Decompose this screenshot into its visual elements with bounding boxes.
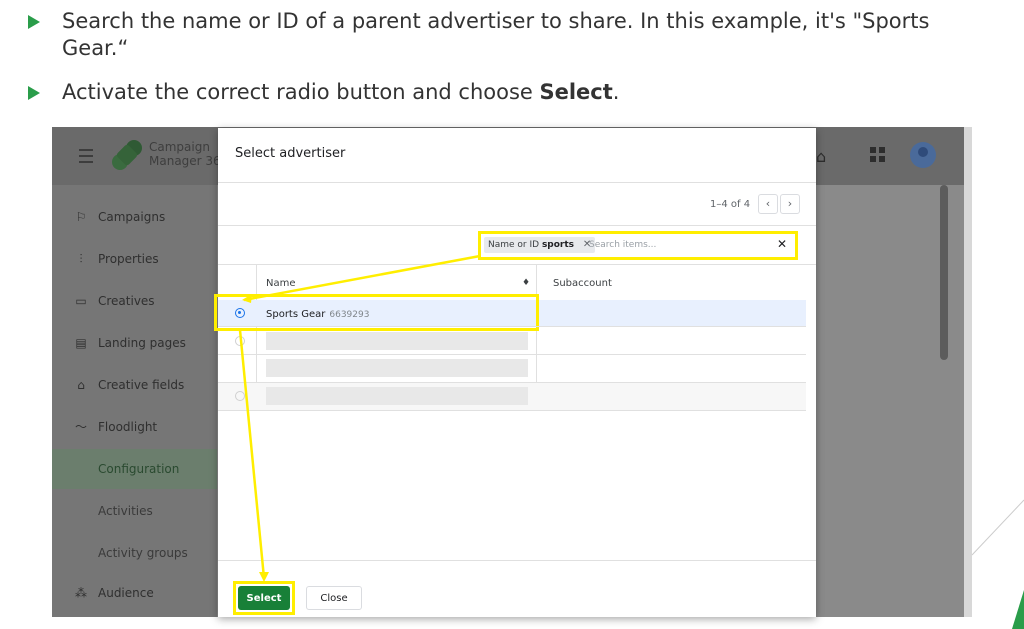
app-name: Campaign Manager 360 bbox=[149, 140, 229, 168]
sidebar-item-label: Campaigns bbox=[98, 210, 166, 224]
floodlight-icon: 〜 bbox=[74, 420, 87, 434]
select-highlight-box bbox=[233, 581, 295, 615]
pagination-count: 1–4 of 4 bbox=[710, 199, 751, 210]
divider bbox=[218, 560, 816, 561]
campaign-manager-logo-icon bbox=[112, 140, 142, 170]
sidebar-item-label: Activity groups bbox=[98, 546, 188, 560]
list-item bbox=[266, 359, 528, 377]
app-name-line: Manager 360 bbox=[149, 154, 229, 168]
sort-icon[interactable]: ♦ bbox=[522, 278, 530, 288]
list-item bbox=[266, 332, 528, 350]
bullet-text: Activate the correct radio button and ch… bbox=[62, 79, 992, 106]
creative-fields-icon: ⌂ bbox=[77, 378, 85, 392]
apps-grid-icon[interactable] bbox=[870, 147, 886, 163]
sidebar-item-label: Creatives bbox=[98, 294, 155, 308]
divider bbox=[218, 182, 816, 183]
row-radio-button[interactable] bbox=[235, 336, 245, 346]
bullet-text: Search the name or ID of a parent advert… bbox=[62, 9, 930, 60]
row-radio-button[interactable] bbox=[235, 391, 245, 401]
page-scrollbar[interactable] bbox=[940, 185, 948, 360]
divider bbox=[218, 354, 806, 355]
divider bbox=[218, 410, 806, 411]
bullet-arrow-icon bbox=[28, 15, 40, 29]
column-header-subaccount[interactable]: Subaccount bbox=[553, 278, 612, 289]
close-button[interactable]: Close bbox=[306, 586, 362, 610]
sidebar-item-campaigns[interactable]: ⚐ Campaigns bbox=[52, 201, 217, 233]
bullet-text-bold: Select bbox=[539, 80, 613, 104]
sidebar-item-properties[interactable]: ⫶ Properties bbox=[52, 243, 217, 275]
list-item bbox=[266, 387, 528, 405]
sidebar-item-audience[interactable]: ⁂ Audience bbox=[52, 577, 217, 609]
sidebar-item-label: Floodlight bbox=[98, 420, 158, 434]
sidebar-item-activities[interactable]: Activities bbox=[52, 491, 217, 531]
dialog-title: Select advertiser bbox=[235, 146, 346, 161]
divider bbox=[218, 225, 816, 226]
divider bbox=[218, 326, 806, 327]
right-edge-strip bbox=[964, 127, 972, 617]
column-header-name[interactable]: Name bbox=[266, 278, 296, 289]
app-name-line: Campaign bbox=[149, 140, 210, 154]
slide-decoration bbox=[972, 499, 1024, 629]
sidebar-item-creative-fields[interactable]: ⌂ Creative fields bbox=[52, 369, 217, 401]
sidebar-item-label: Properties bbox=[98, 252, 159, 266]
sidebar-item-label: Landing pages bbox=[98, 336, 186, 350]
menu-icon[interactable] bbox=[79, 149, 93, 163]
campaigns-icon: ⚐ bbox=[75, 210, 87, 224]
sidebar-item-label: Configuration bbox=[98, 462, 180, 476]
landing-pages-icon: ▤ bbox=[75, 336, 87, 350]
next-page-button[interactable]: › bbox=[780, 194, 800, 214]
search-highlight-box bbox=[478, 231, 798, 260]
sidebar-item-activity-groups[interactable]: Activity groups bbox=[52, 533, 217, 573]
sidebar-item-label: Activities bbox=[98, 504, 153, 518]
creatives-icon: ▭ bbox=[75, 294, 87, 308]
sidebar-item-creatives[interactable]: ▭ Creatives bbox=[52, 285, 217, 317]
sidebar-item-floodlight[interactable]: 〜 Floodlight bbox=[52, 411, 217, 443]
sidebar-item-configuration[interactable]: Configuration bbox=[52, 449, 217, 489]
avatar[interactable] bbox=[910, 142, 936, 168]
select-advertiser-dialog: Select advertiser 1–4 of 4 ‹ › Name or I… bbox=[214, 128, 816, 617]
previous-page-button[interactable]: ‹ bbox=[758, 194, 778, 214]
bullet-text-part: Activate the correct radio button and ch… bbox=[62, 80, 540, 104]
divider bbox=[218, 264, 816, 265]
audience-icon: ⁂ bbox=[75, 586, 87, 600]
bullet-text-part: . bbox=[612, 80, 620, 104]
sidebar-item-landing-pages[interactable]: ▤ Landing pages bbox=[52, 327, 217, 359]
sidebar-item-label: Creative fields bbox=[98, 378, 185, 392]
properties-icon: ⫶ bbox=[79, 252, 83, 266]
notifications-icon[interactable]: ⌂ bbox=[816, 147, 826, 166]
bullet-arrow-icon bbox=[28, 86, 40, 100]
sidebar: ⚐ Campaigns ⫶ Properties ▭ Creatives ▤ L… bbox=[52, 185, 217, 617]
sidebar-item-label: Audience bbox=[98, 586, 154, 600]
